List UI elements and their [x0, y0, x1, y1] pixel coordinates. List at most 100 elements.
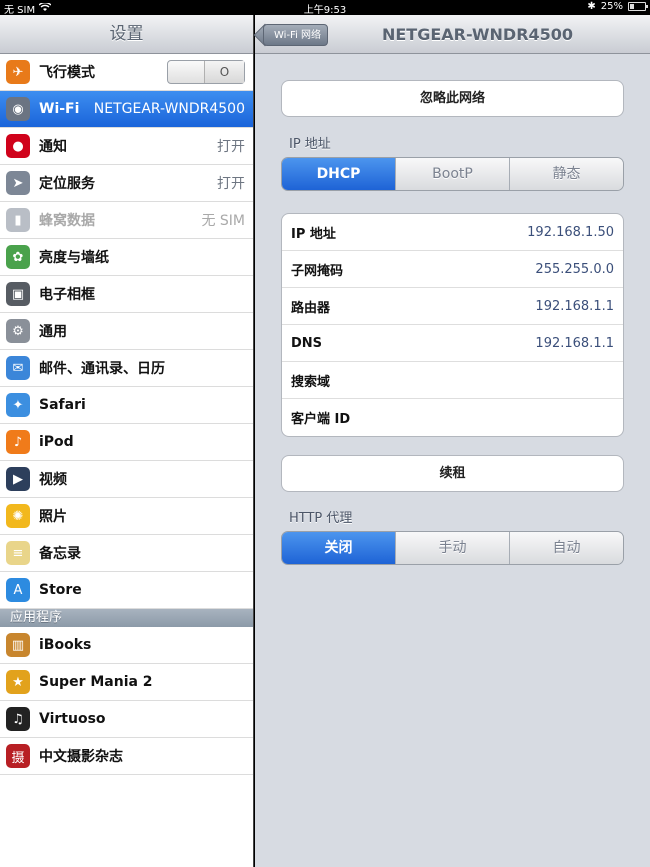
ip-mode-segment[interactable]: DHCP [282, 158, 395, 190]
sidebar-item-label: 照片 [39, 509, 67, 525]
status-bar: 无 SIM 上午9:53 ✱ 25% [0, 0, 650, 16]
photo-magazine-icon: 摄 [6, 744, 30, 768]
sidebar-item[interactable]: ≡ 备忘录 [0, 535, 253, 572]
back-button[interactable]: Wi-Fi 网络 [263, 24, 329, 46]
proxy-section-label: HTTP 代理 [289, 511, 353, 526]
network-title: NETGEAR-WNDR4500 [381, 25, 574, 44]
sidebar-item-label: Safari [39, 397, 86, 413]
location-icon: ➤ [6, 171, 30, 195]
sidebar-item-label: 通用 [39, 324, 67, 340]
sidebar-item[interactable]: ✉ 邮件、通讯录、日历 [0, 350, 253, 387]
ip-section-label: IP 地址 [289, 137, 331, 152]
safari-icon: ✦ [6, 393, 30, 417]
proxy-mode-segment[interactable]: 关闭 [282, 532, 395, 564]
apps-section-header: 应用程序 [0, 609, 253, 627]
sidebar-app-item[interactable]: ♫ Virtuoso [0, 701, 253, 738]
sidebar-app-label: Super Mania 2 [39, 674, 153, 690]
sidebar-item-label: Wi-Fi [39, 101, 80, 117]
ip-field-value: 192.168.1.1 [535, 335, 614, 351]
sidebar-list: ✈ 飞行模式 O ◉ Wi-Fi NETGEAR-WNDR4500 ● 通知 打开 ➤ 定位服务 打开… [0, 54, 253, 775]
sidebar-item[interactable]: ✿ 亮度与墙纸 [0, 239, 253, 276]
sidebar-item[interactable]: ✺ 照片 [0, 498, 253, 535]
battery-icon [628, 2, 648, 11]
sidebar-item-value: 无 SIM [201, 213, 245, 229]
ip-field-row[interactable]: 搜索域 [282, 362, 623, 399]
gear-icon: ⚙ [6, 319, 30, 343]
ibooks-icon: ▥ [6, 633, 30, 657]
sidebar-app-item[interactable]: ★ Super Mania 2 [0, 664, 253, 701]
sidebar-item[interactable]: ● 通知 打开 [0, 128, 253, 165]
sidebar-item[interactable]: ✦ Safari [0, 387, 253, 424]
video-icon: ▶ [6, 467, 30, 491]
sidebar-item-label: 蜂窝数据 [39, 213, 95, 229]
airplane-mode-toggle[interactable]: O [167, 60, 245, 84]
sidebar-item[interactable]: ✈ 飞行模式 O [0, 54, 253, 91]
proxy-mode-segment[interactable]: 手动 [395, 532, 509, 564]
settings-sidebar: 设置 ✈ 飞行模式 O ◉ Wi-Fi NETGEAR-WNDR4500 ● 通知打开 ➤ 定位服… [0, 15, 254, 867]
renew-lease-button[interactable]: 续租 [281, 455, 624, 492]
ip-field-label: 客户端 ID [291, 412, 351, 427]
ip-field-label: 路由器 [291, 300, 331, 316]
ip-field-label: DNS [291, 335, 323, 351]
sidebar-item-label: 定位服务 [39, 176, 95, 192]
sidebar-item[interactable]: ▣ 电子相框 [0, 276, 253, 313]
ip-field-value: 192.168.1.1 [535, 298, 614, 314]
ipod-icon: ♪ [6, 430, 30, 454]
toggle-knob: O [204, 61, 244, 83]
sidebar-item-label: 视频 [39, 472, 67, 488]
sidebar-item-label: 电子相框 [39, 287, 95, 303]
ip-field-value: 255.255.0.0 [535, 261, 614, 277]
sidebar-item-value: 打开 [217, 176, 245, 192]
brightness-icon: ✿ [6, 245, 30, 269]
forget-network-button[interactable]: 忽略此网络 [281, 80, 624, 117]
ip-fields-table: IP 地址 192.168.1.50 子网掩码 255.255.0.0 路由器 192.1… [281, 213, 624, 437]
ip-mode-segment[interactable]: BootP [395, 158, 509, 190]
sidebar-title: 设置 [0, 15, 253, 54]
notes-icon: ≡ [6, 541, 30, 565]
sidebar-item-label: 飞行模式 [39, 65, 95, 81]
sidebar-app-label: iBooks [39, 637, 92, 653]
ip-field-value: 192.168.1.50 [527, 224, 614, 240]
sidebar-app-item[interactable]: ▥ iBooks [0, 627, 253, 664]
sidebar-item-value: NETGEAR-WNDR4500 [93, 101, 245, 117]
sidebar-item[interactable]: ▶ 视频 [0, 461, 253, 498]
status-right: ✱ 25% [587, 1, 648, 12]
battery-fill [630, 4, 634, 9]
ip-field-row[interactable]: 客户端 ID [282, 399, 623, 436]
wifi-icon: ◉ [6, 97, 30, 121]
store-icon: A [6, 578, 30, 602]
sidebar-item[interactable]: ◉ Wi-Fi NETGEAR-WNDR4500 [0, 91, 253, 128]
sidebar-item-label: 亮度与墙纸 [39, 250, 109, 266]
sidebar-item-label: 通知 [39, 139, 67, 155]
cellular-icon: ▮ [6, 208, 30, 232]
sidebar-item[interactable]: ⚙ 通用 [0, 313, 253, 350]
sidebar-item-label: iPod [39, 434, 74, 450]
ip-mode-segment[interactable]: 静态 [509, 158, 623, 190]
ip-field-row[interactable]: 子网掩码 255.255.0.0 [282, 251, 623, 288]
virtuoso-icon: ♫ [6, 707, 30, 731]
sidebar-item[interactable]: ➤ 定位服务 打开 [0, 165, 253, 202]
proxy-mode-segment[interactable]: 自动 [509, 532, 623, 564]
sidebar-app-label: 中文摄影杂志 [39, 749, 123, 765]
sidebar-item-label: 备忘录 [39, 546, 81, 562]
sidebar-app-item[interactable]: 摄中文摄影杂志 [0, 738, 253, 775]
ip-field-row[interactable]: IP 地址 192.168.1.50 [282, 214, 623, 251]
notification-icon: ● [6, 134, 30, 158]
bluetooth-icon: ✱ [587, 1, 596, 12]
sidebar-item[interactable]: ♪ iPod [0, 424, 253, 461]
ip-field-row[interactable]: 路由器 192.168.1.1 [282, 288, 623, 325]
ip-field-row[interactable]: DNS 192.168.1.1 [282, 325, 623, 362]
detail-navbar: Wi-Fi 网络 NETGEAR-WNDR4500 [255, 15, 650, 54]
ip-field-label: 搜索域 [291, 374, 331, 390]
sidebar-item-label: 邮件、通讯录、日历 [39, 361, 165, 377]
battery-percent: 25% [600, 1, 623, 12]
ip-field-label: IP 地址 [291, 226, 336, 242]
sidebar-item-label: Store [39, 582, 82, 598]
airplane-icon: ✈ [6, 60, 30, 84]
sidebar-item[interactable]: A Store [0, 572, 253, 609]
sidebar-app-label: Virtuoso [39, 711, 106, 727]
back-wrap: Wi-Fi 网络 [255, 15, 335, 54]
sidebar-item[interactable]: ▮ 蜂窝数据 无 SIM [0, 202, 253, 239]
ip-field-label: 子网掩码 [291, 263, 344, 279]
super-mania-icon: ★ [6, 670, 30, 694]
